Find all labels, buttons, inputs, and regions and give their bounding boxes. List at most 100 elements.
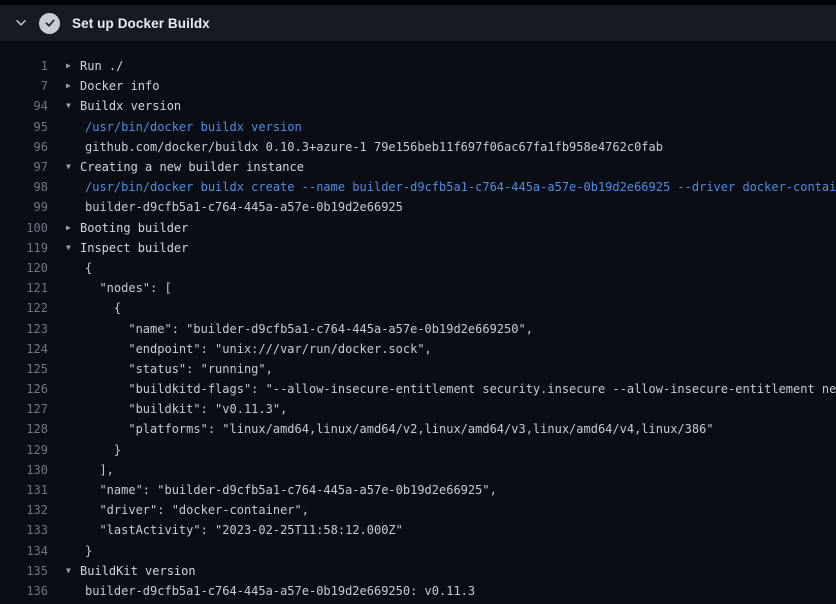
line-number[interactable]: 95 — [0, 120, 48, 134]
step-title: Set up Docker Buildx — [72, 16, 210, 31]
log-group-title: Buildx version — [80, 99, 181, 113]
line-number[interactable]: 122 — [0, 301, 48, 315]
log-group-toggle[interactable]: ▶ Docker info — [66, 79, 159, 93]
log-line: 127 "buildkit": "v0.11.3", — [0, 399, 836, 419]
log-line: 132 "driver": "docker-container", — [0, 500, 836, 520]
log-line: 129 } — [0, 440, 836, 460]
log-line: 99 builder-d9cfb5a1-c764-445a-a57e-0b19d2… — [0, 197, 836, 217]
log-line: 128 "platforms": "linux/amd64,linux/amd6… — [0, 419, 836, 439]
log-group-title: Inspect builder — [80, 241, 188, 255]
log-output-text: ], — [85, 463, 114, 477]
log-line: 96 github.com/docker/buildx 0.10.3+azure-… — [0, 137, 836, 157]
log-line: 136 builder-d9cfb5a1-c764-445a-a57e-0b19d… — [0, 581, 836, 601]
line-number[interactable]: 123 — [0, 322, 48, 336]
log-group-toggle[interactable]: ▼ Buildx version — [66, 99, 181, 113]
log-output-text: "nodes": [ — [85, 281, 172, 295]
log-line: 94 ▼ Buildx version — [0, 96, 836, 116]
caret-down-icon[interactable]: ▼ — [66, 567, 74, 575]
log-line: 7 ▶ Docker info — [0, 76, 836, 96]
log-group-title: Docker info — [80, 79, 159, 93]
log-line: 123 "name": "builder-d9cfb5a1-c764-445a-… — [0, 318, 836, 338]
log-output-text: "driver": "docker-container", — [85, 503, 309, 517]
line-number[interactable]: 121 — [0, 281, 48, 295]
log-area: 1 ▶ Run ./ 7 ▶ Docker info 94 ▼ Buildx version 95… — [0, 41, 836, 601]
line-number[interactable]: 120 — [0, 261, 48, 275]
log-command-text: /usr/bin/docker buildx version — [85, 120, 302, 134]
log-output-text: builder-d9cfb5a1-c764-445a-a57e-0b19d2e6… — [85, 584, 475, 598]
log-output-text: "lastActivity": "2023-02-25T11:58:12.000… — [85, 523, 403, 537]
log-output-text: "status": "running", — [85, 362, 273, 376]
log-line: 121 "nodes": [ — [0, 278, 836, 298]
log-line: 122 { — [0, 298, 836, 318]
log-line: 135 ▼ BuildKit version — [0, 561, 836, 581]
log-line: 133 "lastActivity": "2023-02-25T11:58:12… — [0, 520, 836, 540]
log-group-title: BuildKit version — [80, 564, 196, 578]
line-number[interactable]: 7 — [0, 79, 48, 93]
log-line: 98/usr/bin/docker buildx create --name b… — [0, 177, 836, 197]
line-number[interactable]: 99 — [0, 200, 48, 214]
line-number[interactable]: 97 — [0, 160, 48, 174]
log-output-text: "buildkitd-flags": "--allow-insecure-ent… — [85, 382, 836, 396]
log-line: 130 ], — [0, 460, 836, 480]
log-output-text: "name": "builder-d9cfb5a1-c764-445a-a57e… — [85, 322, 533, 336]
log-line: 125 "status": "running", — [0, 359, 836, 379]
log-output-text: "endpoint": "unix:///var/run/docker.sock… — [85, 342, 432, 356]
log-group-toggle[interactable]: ▼ Creating a new builder instance — [66, 160, 304, 174]
chevron-down-icon[interactable] — [13, 15, 29, 31]
log-line: 124 "endpoint": "unix:///var/run/docker.… — [0, 339, 836, 359]
caret-down-icon[interactable]: ▼ — [66, 244, 74, 252]
line-number[interactable]: 133 — [0, 523, 48, 537]
log-line: 120 { — [0, 258, 836, 278]
line-number[interactable]: 134 — [0, 544, 48, 558]
log-output-text: github.com/docker/buildx 0.10.3+azure-1 … — [85, 140, 663, 154]
log-output-text: builder-d9cfb5a1-c764-445a-a57e-0b19d2e6… — [85, 200, 403, 214]
log-group-toggle[interactable]: ▶ Run ./ — [66, 59, 123, 73]
log-output-text: "buildkit": "v0.11.3", — [85, 402, 287, 416]
line-number[interactable]: 129 — [0, 443, 48, 457]
log-line: 126 "buildkitd-flags": "--allow-insecure… — [0, 379, 836, 399]
line-number[interactable]: 96 — [0, 140, 48, 154]
line-number[interactable]: 126 — [0, 382, 48, 396]
status-check-icon — [39, 13, 60, 34]
caret-right-icon[interactable]: ▶ — [66, 82, 74, 90]
line-number[interactable]: 130 — [0, 463, 48, 477]
log-line: 119 ▼ Inspect builder — [0, 238, 836, 258]
line-number[interactable]: 1 — [0, 59, 48, 73]
log-line: 97 ▼ Creating a new builder instance — [0, 157, 836, 177]
line-number[interactable]: 98 — [0, 180, 48, 194]
log-group-title: Run ./ — [80, 59, 123, 73]
log-line: 1 ▶ Run ./ — [0, 56, 836, 76]
log-line: 134} — [0, 541, 836, 561]
log-output-text: "name": "builder-d9cfb5a1-c764-445a-a57e… — [85, 483, 497, 497]
line-number[interactable]: 124 — [0, 342, 48, 356]
log-line: 131 "name": "builder-d9cfb5a1-c764-445a-… — [0, 480, 836, 500]
step-header[interactable]: Set up Docker Buildx — [0, 5, 836, 41]
line-number[interactable]: 135 — [0, 564, 48, 578]
log-output-text: { — [85, 261, 92, 275]
line-number[interactable]: 94 — [0, 99, 48, 113]
line-number[interactable]: 132 — [0, 503, 48, 517]
line-number[interactable]: 125 — [0, 362, 48, 376]
caret-right-icon[interactable]: ▶ — [66, 224, 74, 232]
log-group-toggle[interactable]: ▼ Inspect builder — [66, 241, 188, 255]
line-number[interactable]: 100 — [0, 221, 48, 235]
line-number[interactable]: 127 — [0, 402, 48, 416]
line-number[interactable]: 128 — [0, 422, 48, 436]
log-group-toggle[interactable]: ▼ BuildKit version — [66, 564, 196, 578]
caret-right-icon[interactable]: ▶ — [66, 62, 74, 70]
log-group-toggle[interactable]: ▶ Booting builder — [66, 221, 188, 235]
log-line: 95/usr/bin/docker buildx version — [0, 117, 836, 137]
log-line: 100 ▶ Booting builder — [0, 218, 836, 238]
line-number[interactable]: 131 — [0, 483, 48, 497]
log-output-text: "platforms": "linux/amd64,linux/amd64/v2… — [85, 422, 714, 436]
caret-down-icon[interactable]: ▼ — [66, 102, 74, 110]
log-output-text: } — [85, 544, 92, 558]
log-group-title: Booting builder — [80, 221, 188, 235]
line-number[interactable]: 119 — [0, 241, 48, 255]
log-output-text: } — [85, 443, 121, 457]
line-number[interactable]: 136 — [0, 584, 48, 598]
log-group-title: Creating a new builder instance — [80, 160, 304, 174]
log-output-text: { — [85, 301, 121, 315]
caret-down-icon[interactable]: ▼ — [66, 163, 74, 171]
log-command-text: /usr/bin/docker buildx create --name bui… — [85, 180, 836, 194]
